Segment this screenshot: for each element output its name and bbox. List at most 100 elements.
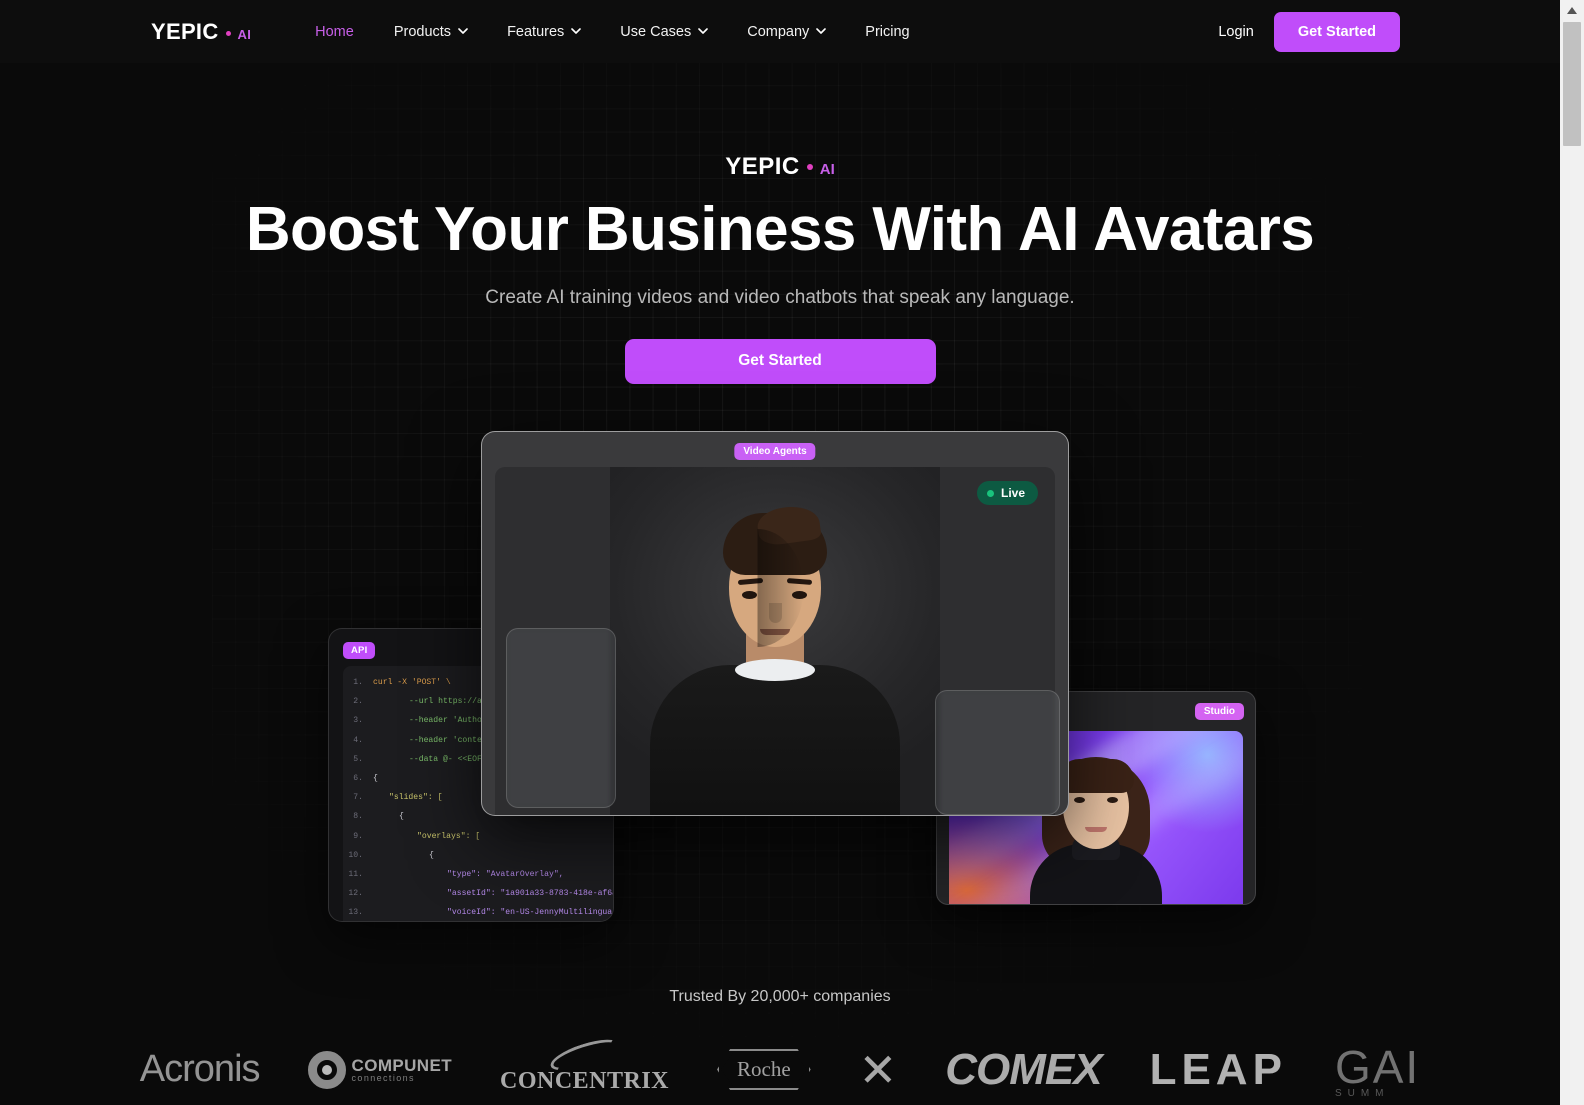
nav-actions: Login Get Started [1218,11,1400,52]
top-navbar: YEPIC AI Home Products Features Use Case… [0,0,1560,63]
glass-overlay-right [935,690,1060,815]
page-title: Boost Your Business With AI Avatars [245,195,1315,264]
logo-acronis: Acronis [139,1042,261,1098]
code-line-number: 5. [353,754,363,764]
logo-gai-sub: SUMM [1334,1088,1390,1099]
code-line-text: { [373,774,378,784]
client-logo-strip: Acronis COMPUNET connections CONCENTRIX … [0,1034,1560,1105]
avatar-eye-left [742,591,757,599]
get-started-hero-button[interactable]: Get Started [624,338,936,384]
code-line-number: 9. [353,831,363,841]
code-line-number: 10. [348,850,363,860]
status-badge-label: Live [1000,486,1025,500]
code-line-number: 2. [353,697,363,707]
hero-eyebrow-name: YEPIC [725,153,800,180]
logo-compunet-label: COMPUNET [351,1055,452,1075]
nav-item-label: Products [393,23,452,40]
code-line-number: 1. [353,678,363,687]
glass-overlay-left [506,628,616,808]
code-line-number: 4. [353,735,363,745]
status-badge: Live [976,481,1038,505]
compunet-text: COMPUNET connections [352,1057,452,1083]
logo-comex: COMEX [945,1042,1102,1098]
nav-item-label: Features [507,23,565,40]
code-line: 11. "type": "AvatarOverlay", [343,865,613,884]
chevron-down-icon [698,26,709,35]
code-line-number: 11. [348,870,363,880]
logo-leap: LEAP [1150,1042,1287,1098]
code-line-text: { [399,812,404,822]
avatar [610,467,940,815]
api-card-badge: API [343,642,376,659]
studio-badge: Studio [1194,703,1244,720]
logo-concentrix-label: CONCENTRIX [500,1068,670,1094]
nav-item-products[interactable]: Products [374,16,487,48]
nav-item-label: Company [747,23,810,40]
chevron-down-icon [571,26,582,35]
page-root: YEPIC AI Home Products Features Use Case… [0,0,1584,1105]
studio-avatar-eye-right [1107,797,1118,803]
scrollbar-thumb[interactable] [1563,22,1581,146]
page-scrollbar[interactable] [1560,0,1584,1105]
hero-subheading: Create AI training videos and video chat… [485,286,1075,308]
code-line-text: curl -X 'POST' \ [373,678,451,687]
dot-icon [225,30,231,36]
logo-x-mark: ✕ [859,1042,898,1098]
studio-avatar-mouth [1085,827,1107,832]
nav-item-label: Use Cases [620,23,692,40]
code-line-text: --data @- <<EOF [409,754,482,764]
brand-name: YEPIC [151,18,219,44]
nav-item-pricing[interactable]: Pricing [845,16,929,48]
logo-leap-label: LEAP [1149,1044,1287,1094]
code-line-text: "assetId": "1a901a33-8783-418e-af6a-a66d… [447,889,613,899]
get-started-nav-button[interactable]: Get Started [1273,11,1400,52]
code-line-number: 12. [348,889,363,899]
chevron-down-icon [816,26,827,35]
code-line-text: "overlays": [ [417,831,481,841]
logo-gai-label: GAI [1334,1041,1421,1093]
hero-section: YEPIC AI Boost Your Business With AI Ava… [0,63,1560,384]
code-line-number: 8. [353,812,363,822]
avatar-shirt [650,665,900,815]
code-line: 9. "overlays": [ [343,827,613,846]
login-link[interactable]: Login [1218,24,1253,40]
logo-concentrix: CONCENTRIX [500,1034,670,1098]
scroll-up-arrow-icon[interactable] [1560,0,1584,20]
brand-ai-label: AI [237,26,252,42]
logo-gai-summit: GAI SUMM [1334,1041,1421,1099]
chevron-down-icon [458,26,468,35]
live-dot-icon [986,489,994,497]
nav-item-use-cases[interactable]: Use Cases [600,16,727,48]
logo-x-mark-label: ✕ [858,1043,898,1096]
nav-item-home[interactable]: Home [295,16,374,48]
code-line-text: { [429,850,434,860]
nav-item-label: Pricing [865,23,910,40]
roche-wrapper: Roche [717,1049,811,1090]
code-line-number: 13. [348,908,363,918]
code-line-number: 6. [353,774,363,784]
code-line-text: "slides": [ [389,793,443,803]
nav-item-features[interactable]: Features [487,16,600,48]
compunet-mark-icon [307,1050,346,1089]
trusted-by-text: Trusted By 20,000+ companies [669,988,891,1005]
code-line-number: 3. [353,716,363,726]
nav-item-company[interactable]: Company [727,16,845,48]
hero-cta-wrapper: Get Started [0,338,1560,384]
brand-logo[interactable]: YEPIC AI [151,19,251,45]
logo-compunet-sub: connections [351,1072,415,1083]
video-agents-badge: Video Agents [734,443,816,460]
nav-item-label: Home [315,23,354,40]
code-line-number: 7. [353,793,363,803]
logo-roche-label: Roche [737,1057,791,1081]
code-line: 13. "voiceId": "en-US-JennyMultilingualNe… [343,903,614,921]
logo-comex-label: COMEX [945,1044,1102,1094]
logo-acronis-label: Acronis [139,1048,261,1090]
code-line: 10. { [343,846,613,865]
code-line-text: "type": "AvatarOverlay", [447,870,564,880]
logo-roche: Roche [717,1042,811,1098]
studio-avatar-eye-left [1074,797,1085,803]
code-line-text: "voiceId": "en-US-JennyMultilingualNeura… [447,908,614,918]
logo-compunet: COMPUNET connections [307,1042,452,1098]
nav-links: Home Products Features Use Cases Company… [295,16,929,48]
code-line: 12. "assetId": "1a901a33-8783-418e-af6a-a… [343,884,613,903]
